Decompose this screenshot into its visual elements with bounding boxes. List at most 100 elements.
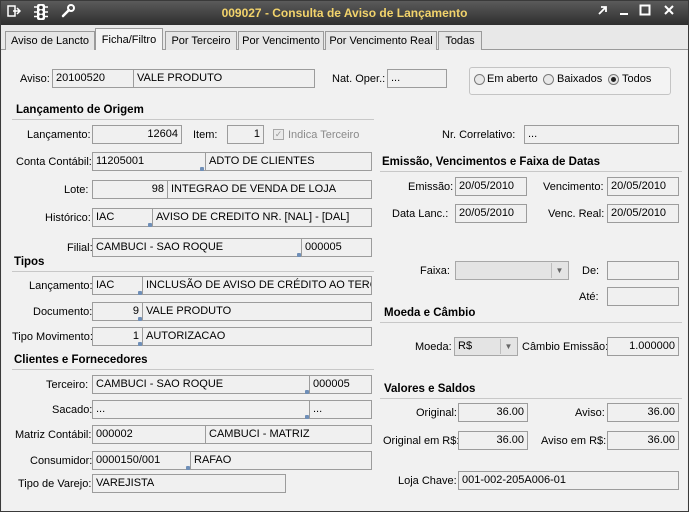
- main-window: 009027 - Consulta de Aviso de Lançamento…: [0, 0, 689, 512]
- moeda-label: Moeda:: [415, 341, 452, 353]
- radio-em-aberto[interactable]: [474, 74, 485, 85]
- maximize-icon[interactable]: [636, 4, 654, 21]
- terceiro-name-field[interactable]: CAMBUCI - SAO ROQUE: [92, 375, 310, 394]
- lote-code-field[interactable]: 98: [92, 180, 168, 199]
- tab-bar: Aviso de Lancto Ficha/Filtro Por Terceir…: [1, 25, 688, 51]
- matriz-contabil-label: Matriz Contábil:: [15, 429, 92, 441]
- tipo-movimento-desc-field[interactable]: AUTORIZACAO: [142, 327, 372, 346]
- tab-por-terceiro[interactable]: Por Terceiro: [165, 31, 237, 50]
- lancamento-label: Lançamento:: [27, 129, 91, 141]
- item-field[interactable]: 1: [227, 125, 264, 144]
- ate-field[interactable]: [607, 287, 679, 306]
- tab-todas[interactable]: Todas: [438, 31, 482, 50]
- section-valores-saldos: Valores e Saldos: [384, 383, 476, 395]
- radio-baixados[interactable]: [543, 74, 554, 85]
- close-icon[interactable]: [660, 4, 678, 21]
- divider: [380, 322, 682, 323]
- indica-terceiro-checkbox[interactable]: ✓: [273, 129, 284, 140]
- tab-por-vencimento[interactable]: Por Vencimento: [238, 31, 324, 50]
- divider: [12, 119, 374, 120]
- tipo-lancamento-desc-field[interactable]: INCLUSÃO DE AVISO DE CRÉDITO AO TERCEIR: [142, 276, 372, 295]
- data-lanc-label: Data Lanc.:: [392, 208, 449, 220]
- divider: [12, 271, 374, 272]
- loja-chave-field[interactable]: 001-002-205A006-01: [458, 471, 679, 490]
- tipo-movimento-code-field[interactable]: 1: [92, 327, 143, 346]
- tipo-varejo-field[interactable]: VAREJISTA: [92, 474, 286, 493]
- de-label: De:: [582, 265, 600, 277]
- tipo-lancamento-code-field[interactable]: IAC: [92, 276, 143, 295]
- lookup-handle-icon[interactable]: [200, 167, 204, 171]
- nr-correlativo-label: Nr. Correlativo:: [442, 129, 516, 141]
- filial-label: Filial:: [67, 242, 93, 254]
- radio-todos-label: Todos: [622, 73, 652, 85]
- terceiro-code-field[interactable]: 000005: [309, 375, 372, 394]
- divider: [380, 171, 682, 172]
- filial-code-field[interactable]: 000005: [301, 238, 372, 257]
- documento-code-field[interactable]: 9: [92, 302, 143, 321]
- chevron-down-icon[interactable]: ▼: [551, 263, 567, 278]
- vencimento-field[interactable]: 20/05/2010: [607, 177, 679, 196]
- conta-contabil-label: Conta Contábil:: [16, 156, 92, 168]
- matriz-contabil-name-field[interactable]: CAMBUCI - MATRIZ: [205, 425, 372, 444]
- aviso-rs-field[interactable]: 36.00: [607, 431, 679, 450]
- filial-name-field[interactable]: CAMBUCI - SAO ROQUE: [92, 238, 302, 257]
- documento-desc-field[interactable]: VALE PRODUTO: [142, 302, 372, 321]
- venc-real-field[interactable]: 20/05/2010: [607, 204, 679, 223]
- tab-por-vencimento-real[interactable]: Por Vencimento Real: [325, 31, 437, 50]
- aviso-rs-label: Aviso em R$:: [541, 435, 607, 447]
- lote-desc-field[interactable]: INTEGRAO DE VENDA DE LOJA: [167, 180, 372, 199]
- lote-label: Lote:: [64, 184, 89, 196]
- cambio-emissao-field[interactable]: 1.000000: [607, 337, 679, 356]
- consumidor-label: Consumidor:: [30, 455, 93, 467]
- radio-em-aberto-label: Em aberto: [487, 73, 538, 85]
- tipo-varejo-label: Tipo de Varejo:: [18, 478, 92, 490]
- matriz-contabil-code-field[interactable]: 000002: [92, 425, 206, 444]
- section-moeda-cambio: Moeda e Câmbio: [384, 307, 476, 319]
- consumidor-code-field[interactable]: 0000150/001: [92, 451, 191, 470]
- emissao-field[interactable]: 20/05/2010: [455, 177, 527, 196]
- terceiro-label: Terceiro:: [46, 379, 89, 391]
- conta-contabil-desc-field[interactable]: ADTO DE CLIENTES: [205, 152, 372, 171]
- original-rs-field[interactable]: 36.00: [458, 431, 528, 450]
- valor-aviso-label: Aviso:: [575, 407, 605, 419]
- tipo-lancamento-label: Lançamento:: [29, 280, 93, 292]
- consumidor-name-field[interactable]: RAFAO: [190, 451, 372, 470]
- vencimento-label: Vencimento:: [543, 181, 604, 193]
- sacado-name-field[interactable]: ...: [92, 400, 310, 419]
- historico-code-field[interactable]: IAC: [92, 208, 153, 227]
- original-field[interactable]: 36.00: [458, 403, 528, 422]
- nat-oper-field[interactable]: ...: [387, 69, 447, 88]
- data-lanc-field[interactable]: 20/05/2010: [455, 204, 527, 223]
- moeda-value: R$: [458, 340, 473, 352]
- original-label: Original:: [416, 407, 457, 419]
- historico-desc-field[interactable]: AVISO DE CREDITO NR. [NAL] - [DAL]: [152, 208, 372, 227]
- cambio-emissao-label: Câmbio Emissão:: [522, 341, 609, 353]
- conta-contabil-code-field[interactable]: 11205001: [92, 152, 206, 171]
- item-label: Item:: [193, 129, 218, 141]
- sacado-label: Sacado:: [52, 404, 93, 416]
- venc-real-label: Venc. Real:: [548, 208, 605, 220]
- minimize-icon[interactable]: [615, 4, 633, 21]
- sacado-code-field[interactable]: ...: [309, 400, 372, 419]
- aviso-description-field[interactable]: VALE PRODUTO: [133, 69, 315, 88]
- lancamento-field[interactable]: 12604: [92, 125, 182, 144]
- restore-icon[interactable]: [594, 4, 612, 21]
- window-title: 009027 - Consulta de Aviso de Lançamento: [221, 6, 468, 20]
- nr-correlativo-field[interactable]: ...: [524, 125, 679, 144]
- ate-label: Até:: [579, 291, 599, 303]
- aviso-number-field[interactable]: 20100520: [52, 69, 134, 88]
- historico-label: Histórico:: [45, 212, 91, 224]
- faixa-dropdown[interactable]: ▼: [455, 261, 569, 280]
- chevron-down-icon[interactable]: ▼: [500, 339, 516, 354]
- de-field[interactable]: [607, 261, 679, 280]
- radio-todos[interactable]: [608, 74, 619, 85]
- moeda-dropdown[interactable]: R$ ▼: [454, 337, 518, 356]
- nat-oper-label: Nat. Oper.:: [332, 73, 386, 85]
- tab-ficha-filtro[interactable]: Ficha/Filtro: [95, 28, 163, 51]
- section-clientes-fornecedores: Clientes e Fornecedores: [14, 354, 148, 366]
- radio-baixados-label: Baixados: [557, 73, 603, 85]
- tab-aviso-de-lancto[interactable]: Aviso de Lancto: [5, 31, 95, 50]
- ficha-filtro-panel: Aviso: 20100520 VALE PRODUTO Nat. Oper.:…: [2, 50, 687, 511]
- emissao-label: Emissão:: [408, 181, 454, 193]
- valor-aviso-field[interactable]: 36.00: [607, 403, 679, 422]
